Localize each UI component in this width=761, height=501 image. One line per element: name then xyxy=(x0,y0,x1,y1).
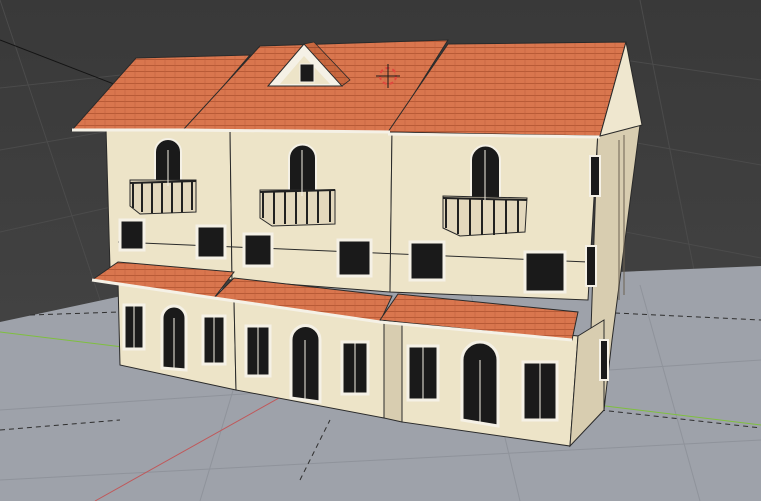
window-upper-6 xyxy=(523,250,567,294)
window-upper-2 xyxy=(195,224,227,260)
balcony-middle xyxy=(259,189,336,227)
window-side-2 xyxy=(585,245,597,287)
window-upper-1 xyxy=(118,218,146,252)
window-upper-5 xyxy=(408,240,446,282)
window-side-lower xyxy=(599,339,609,381)
viewport-canvas[interactable] xyxy=(0,0,761,501)
dormer-window xyxy=(299,63,315,83)
balcony-right xyxy=(442,195,528,237)
3d-viewport[interactable] xyxy=(0,0,761,501)
window-upper-3 xyxy=(242,232,274,268)
window-side-1 xyxy=(589,155,601,197)
wall-right-lower-side xyxy=(383,317,403,423)
window-upper-4 xyxy=(336,238,373,278)
roof-eave-middle xyxy=(182,128,391,134)
balcony-left xyxy=(129,179,197,215)
